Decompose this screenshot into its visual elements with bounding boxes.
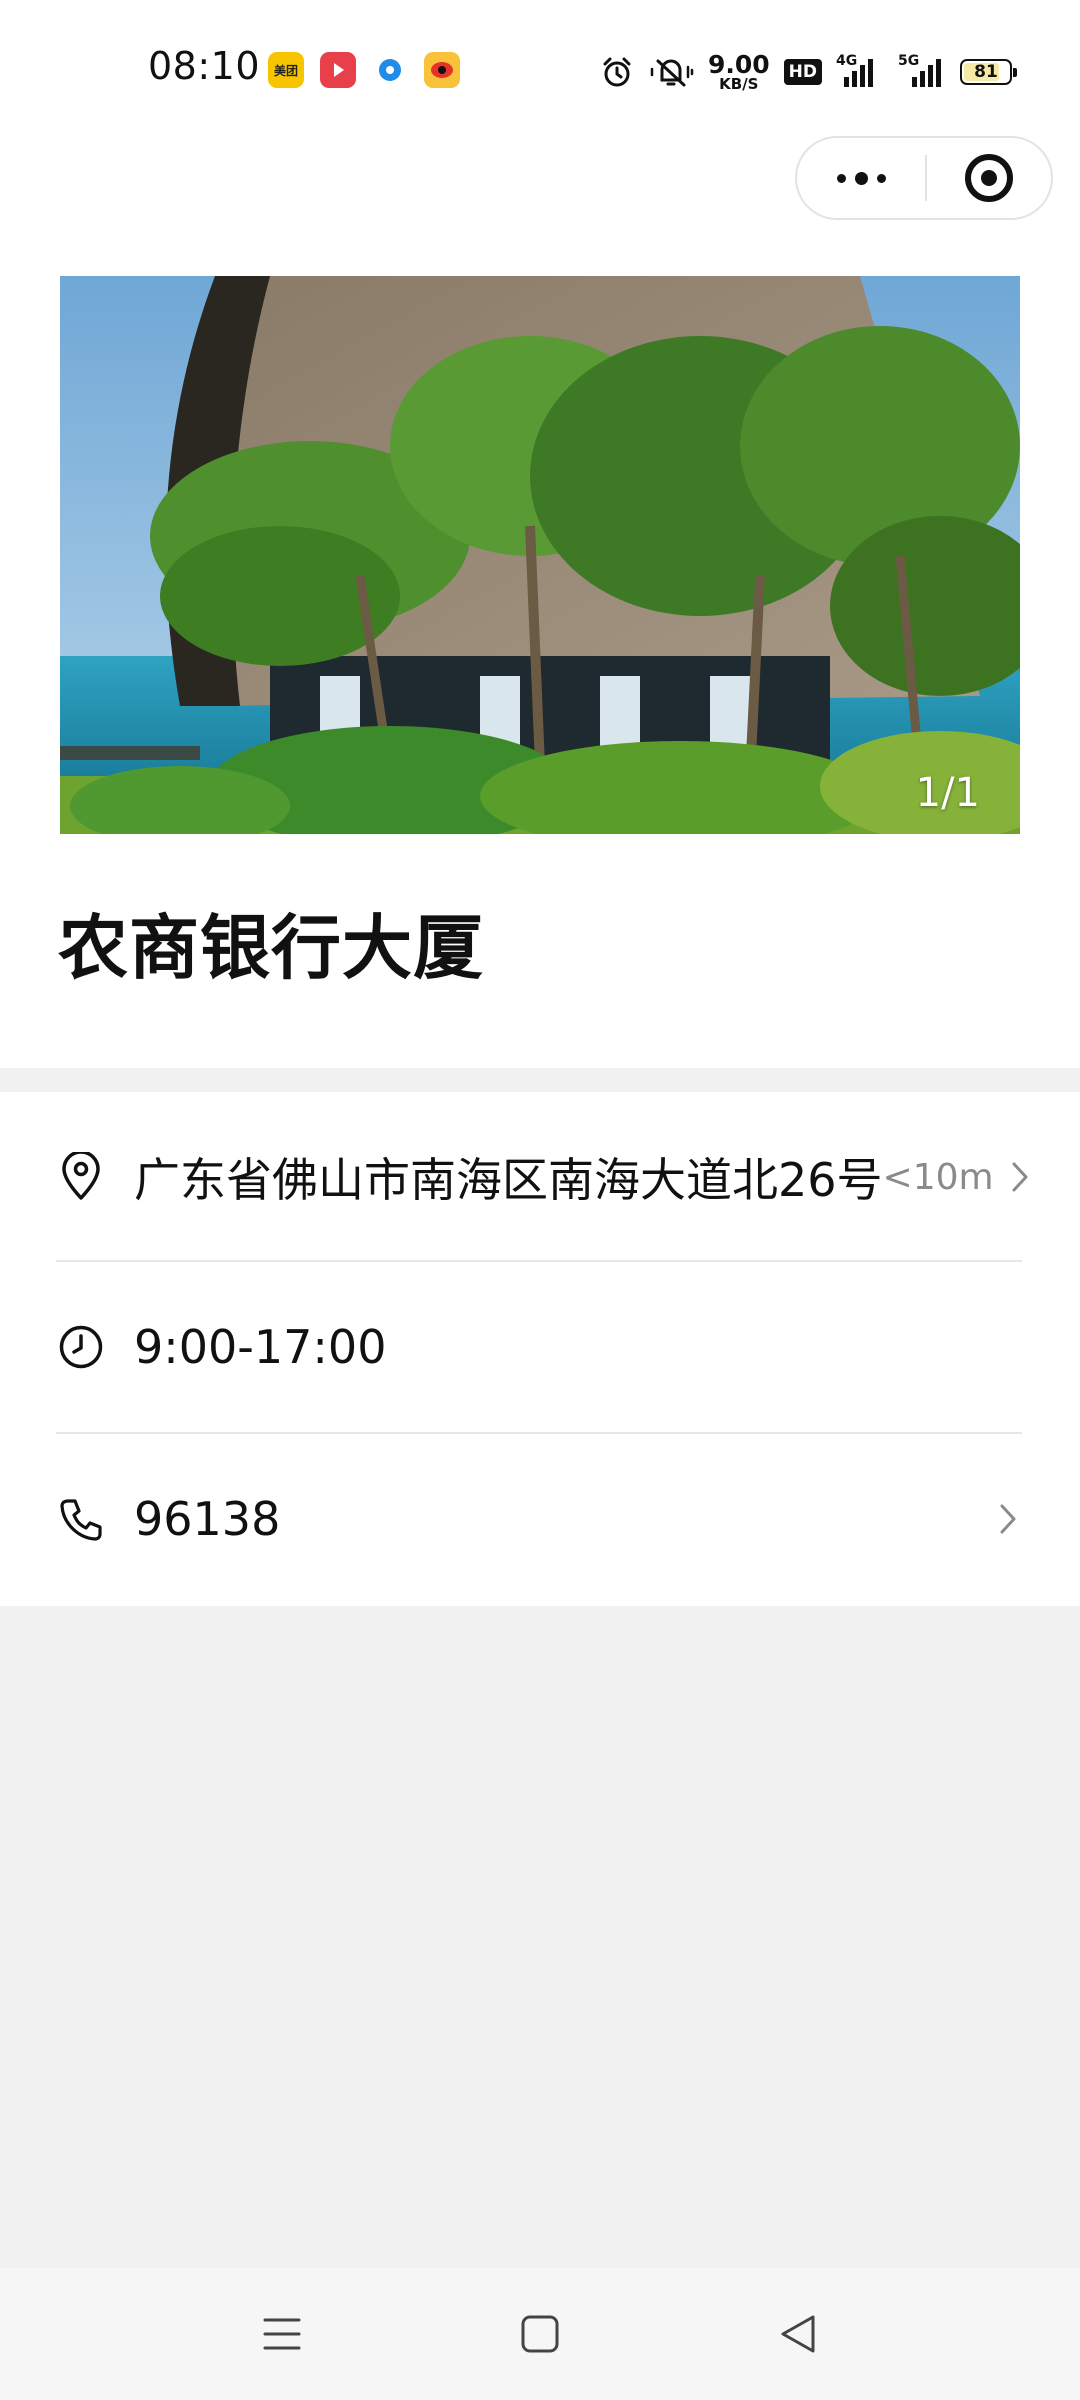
mute-bell-icon	[648, 55, 694, 89]
status-indicators: 9.00 KB/S HD 4G 5G 81	[600, 50, 1017, 94]
clock-icon	[56, 1322, 106, 1372]
video-play-app-icon	[320, 52, 356, 88]
menu-button[interactable]	[252, 2304, 312, 2364]
miniprogram-capsule	[795, 136, 1053, 220]
more-dot	[876, 173, 886, 183]
home-square-icon	[521, 2315, 559, 2353]
network-speed-value: 9.00	[707, 50, 770, 79]
network-speed-unit: KB/S	[719, 75, 759, 93]
distance-text: <10m	[882, 1156, 994, 1198]
signal-5g-icon: 5G	[890, 53, 946, 87]
place-info-list: 广东省佛山市南海区南海大道北26号 <10m 9:00-17:00 96138	[0, 1092, 1080, 1606]
alarm-icon	[600, 55, 634, 89]
more-dot	[836, 173, 846, 183]
place-photo[interactable]: 1/1	[60, 276, 1020, 834]
phone-row[interactable]: 96138	[56, 1434, 1022, 1604]
target-close-icon	[965, 154, 1013, 202]
battery-icon: 81	[960, 59, 1017, 85]
home-button[interactable]	[510, 2304, 570, 2364]
system-nav-bar	[0, 2268, 1080, 2400]
back-triangle-icon	[781, 2315, 815, 2353]
hd-badge: HD	[783, 59, 822, 85]
close-miniprogram-button[interactable]	[927, 138, 1051, 218]
place-title: 农商银行大厦	[58, 907, 484, 989]
address-text: 广东省佛山市南海区南海大道北26号	[134, 1153, 883, 1207]
hours-text: 9:00-17:00	[134, 1320, 387, 1374]
back-button[interactable]	[768, 2304, 828, 2364]
weibo-app-icon	[424, 52, 460, 88]
menu-icon	[263, 2318, 301, 2350]
battery-level: 81	[974, 62, 998, 82]
chevron-right-icon	[1010, 1157, 1030, 1197]
place-header: 1/1 农商银行大厦	[0, 140, 1080, 1068]
photo-counter: 1/1	[915, 770, 980, 816]
signal-4g-tag: 4G	[836, 53, 858, 69]
signal-4g-icon: 4G	[836, 53, 876, 87]
status-time: 08:10	[148, 44, 261, 88]
network-speed: 9.00 KB/S	[708, 52, 770, 92]
blue-dot-app-icon	[372, 52, 408, 88]
more-button[interactable]	[797, 138, 925, 218]
address-row[interactable]: 广东省佛山市南海区南海大道北26号 <10m	[56, 1092, 1028, 1262]
meituan-label: 美团	[273, 63, 298, 78]
notification-icons: 美团	[268, 52, 460, 88]
place-photo-image	[60, 276, 1020, 834]
chevron-right-icon	[994, 1499, 1022, 1539]
hours-row: 9:00-17:00	[56, 1262, 1022, 1432]
meituan-app-icon: 美团	[268, 52, 304, 88]
signal-5g-tag: 5G	[898, 53, 920, 69]
phone-text: 96138	[134, 1492, 281, 1546]
more-dot	[854, 171, 868, 185]
status-bar: 08:10 美团 9.00 KB/S HD 4G 5G 81	[0, 0, 1080, 140]
phone-icon	[56, 1494, 106, 1544]
location-pin-icon	[56, 1152, 106, 1202]
